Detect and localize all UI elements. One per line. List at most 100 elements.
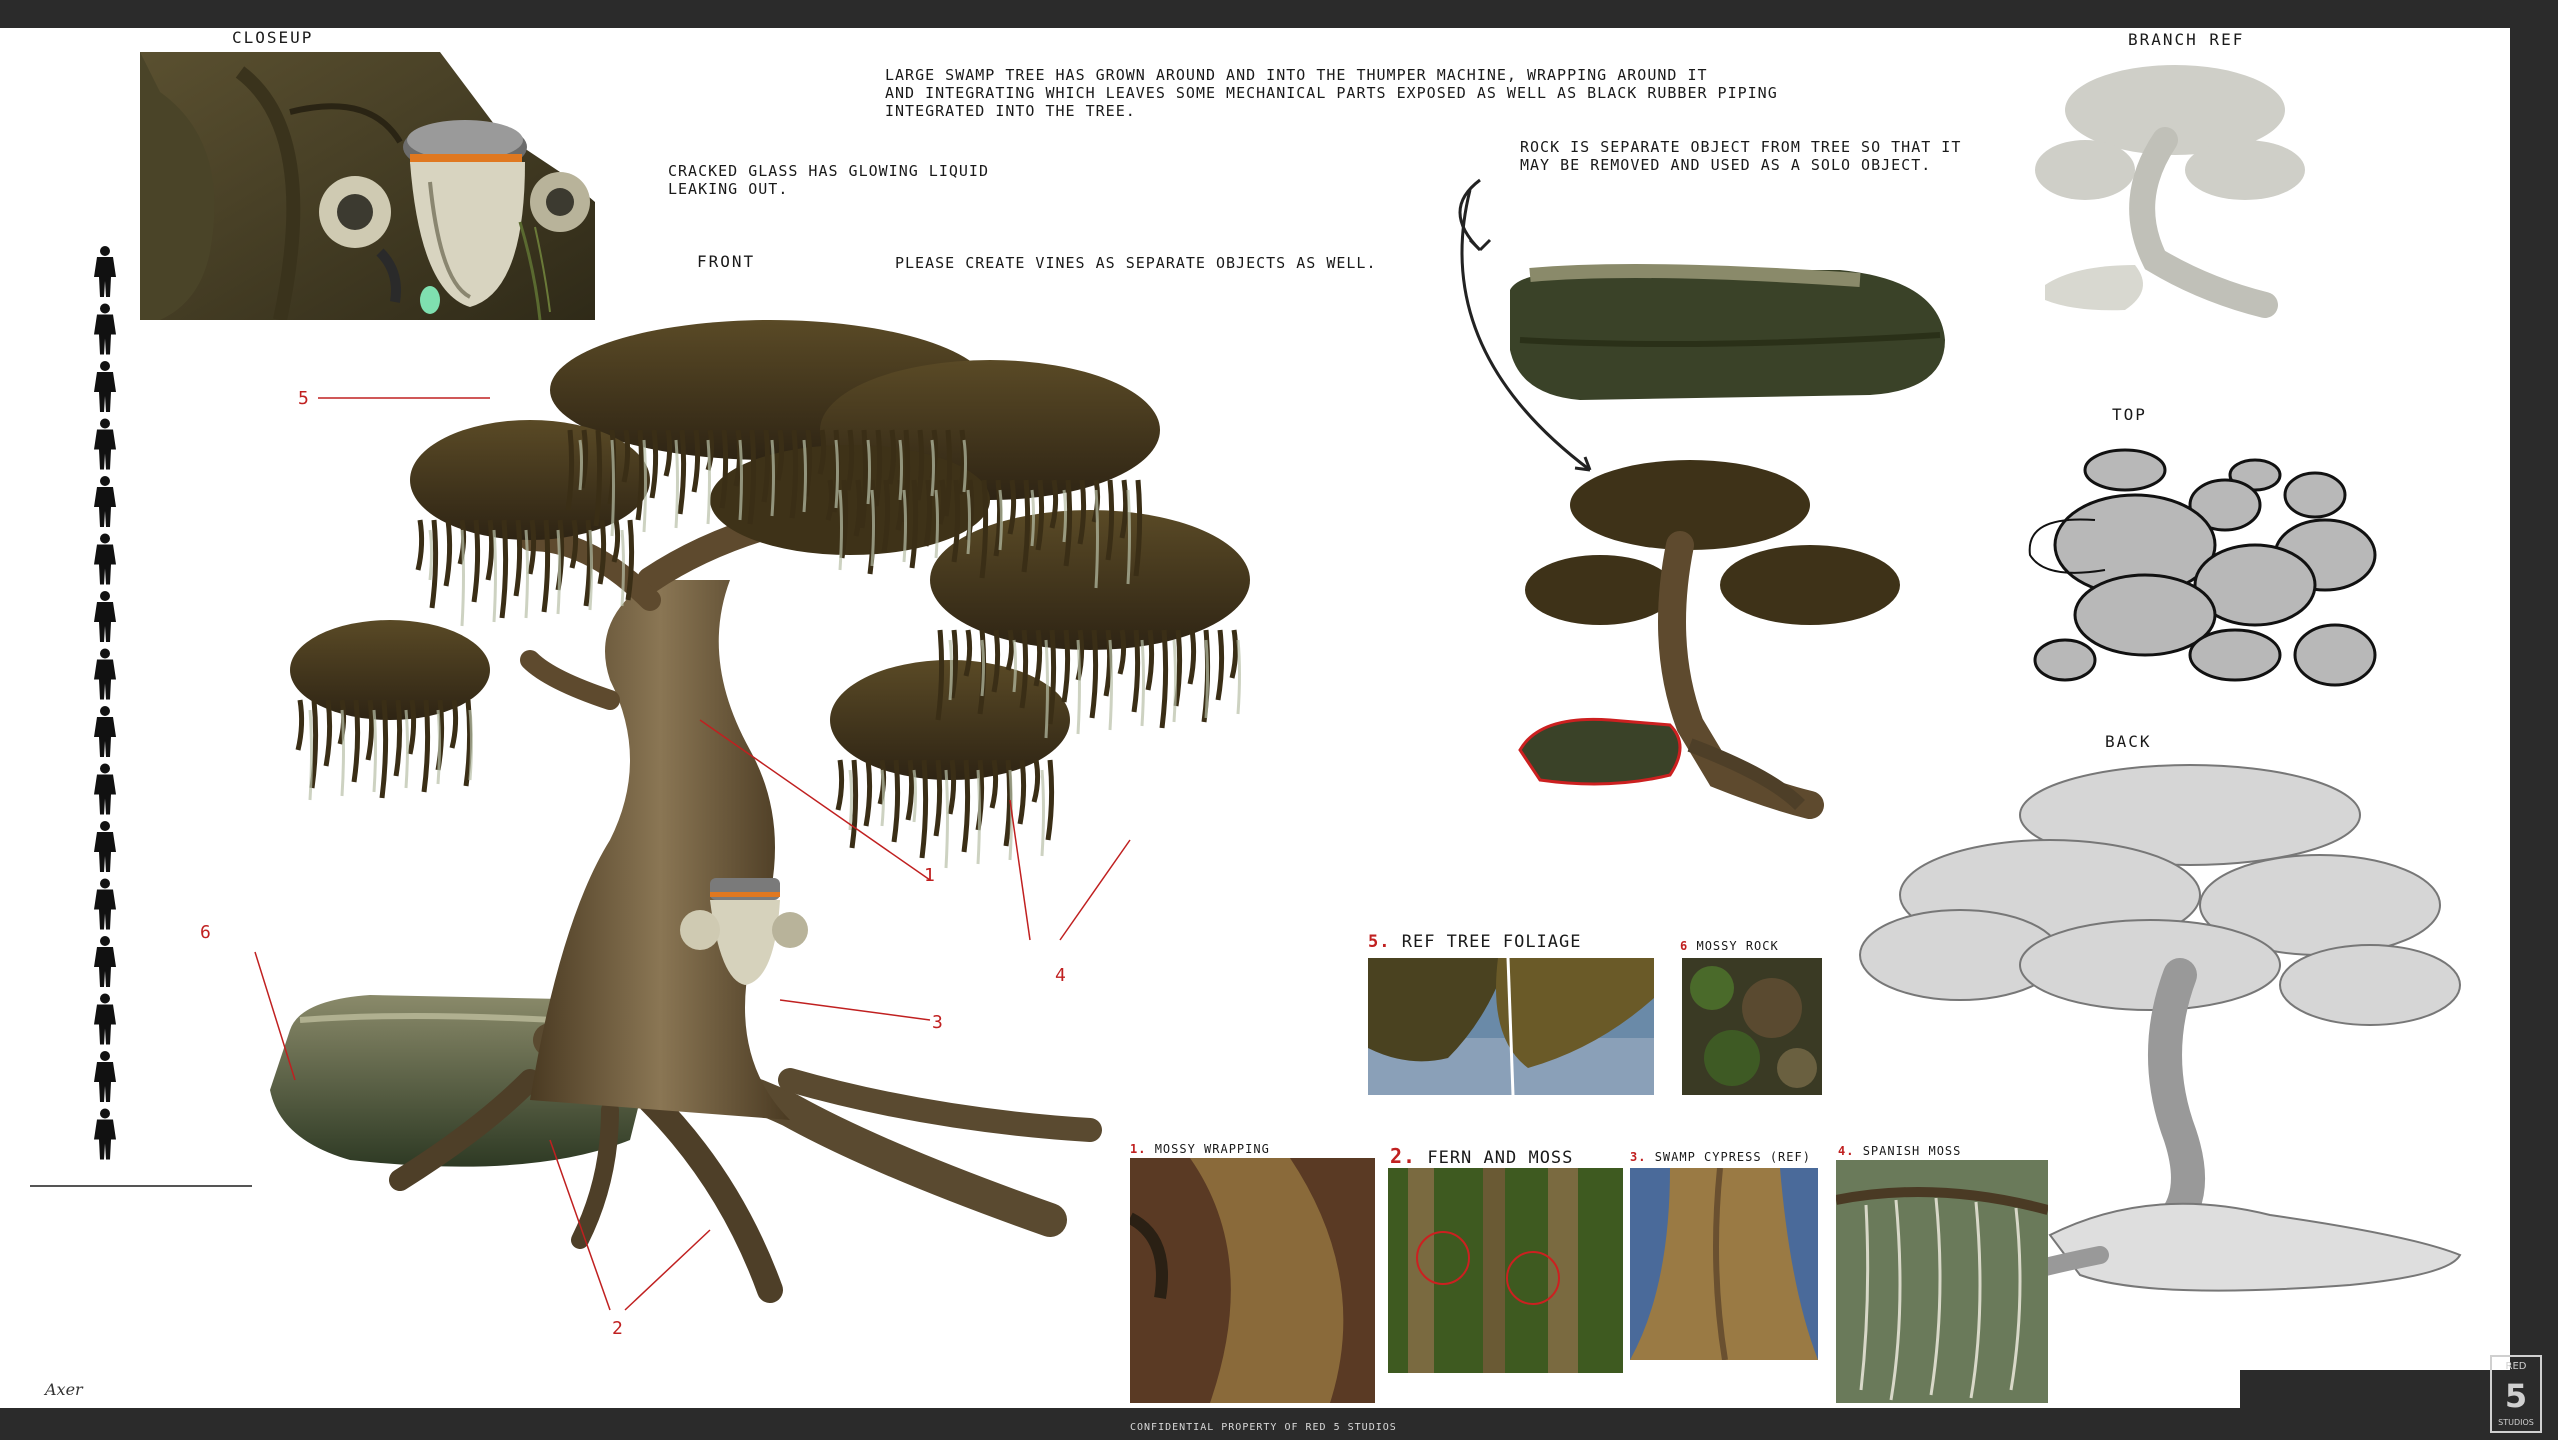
spanish-moss-strand (556, 529, 561, 615)
ref-5-caption: 5. REF TREE FOLIAGE (1368, 932, 1582, 952)
scale-figure-icon (94, 1051, 116, 1102)
spanish-moss-strand (802, 439, 807, 513)
mossy-rock-photo (1682, 958, 1822, 1095)
foliage-drip (485, 519, 495, 581)
foliage-drip (1033, 629, 1043, 687)
foliage-drip (891, 759, 901, 843)
foliage-drip (1007, 479, 1017, 535)
foliage-drip (1045, 759, 1055, 841)
scale-figure-icon (94, 648, 116, 700)
spanish-moss-strand (770, 439, 775, 517)
ground-line (30, 1185, 252, 1187)
spanish-moss-strand (308, 709, 313, 801)
foliage-drip (961, 759, 971, 853)
scale-figure-icon (94, 878, 116, 930)
callout-1: 1 (924, 865, 935, 886)
scale-figure-icon (94, 706, 116, 757)
spanish-moss-strand (912, 769, 917, 823)
spanish-moss-strand (1030, 489, 1035, 547)
spanish-moss-strand (976, 769, 981, 865)
spanish-moss-strand (870, 489, 875, 567)
fern-and-moss-photo (1388, 1168, 1623, 1373)
foliage-drip (421, 699, 431, 793)
spanish-moss-strand (428, 529, 433, 581)
mossy-wrapping-photo (1130, 1158, 1375, 1403)
ref-3-caption: 3. SWAMP CYPRESS (REF) (1630, 1150, 1811, 1164)
spanish-moss-strand (848, 769, 853, 831)
foliage-drip (1061, 629, 1071, 703)
foliage-drip (611, 519, 621, 563)
foliage-drip (677, 429, 687, 515)
artist-signature: Axer (45, 1380, 83, 1399)
foliage-drip (541, 519, 551, 613)
foliage-drip (393, 699, 403, 777)
spanish-moss-strand (372, 709, 377, 793)
rock-note-line1: ROCK IS SEPARATE OBJECT FROM TREE SO THA… (1520, 138, 1962, 156)
spanish-moss-strand (642, 439, 647, 533)
main-note-line2: AND INTEGRATING WHICH LEAVES SOME MECHAN… (885, 84, 1778, 102)
foliage-drip (1145, 629, 1155, 691)
foliage-drip (863, 759, 873, 827)
red5-studios-logo: RED 5 STUDIOS (2490, 1355, 2542, 1433)
spanish-moss-strand (898, 439, 903, 501)
spanish-moss-strand (468, 709, 473, 781)
spanish-moss-strand (1126, 489, 1131, 585)
spanish-moss-strand (1172, 639, 1177, 723)
swamp-cypress-photo (1630, 1168, 1818, 1360)
ref-tree-foliage-photo (1368, 958, 1654, 1095)
foliage-drip (471, 519, 481, 603)
spanish-moss-photo (1836, 1160, 2048, 1403)
foliage-drip (323, 699, 333, 767)
foliage-drip (443, 519, 453, 587)
main-note-line1: LARGE SWAMP TREE HAS GROWN AROUND AND IN… (885, 66, 1708, 84)
spanish-moss-strand (1108, 639, 1113, 731)
main-note-line3: INTEGRATED INTO THE TREE. (885, 102, 1136, 120)
foliage-drip (513, 519, 523, 597)
foliage-drip (1215, 629, 1225, 701)
spanish-moss-strand (610, 439, 615, 537)
scale-figure-icon (94, 361, 116, 412)
spanish-moss-strand (1140, 639, 1145, 727)
foliage-drip (1159, 629, 1169, 729)
foliage-drip (691, 429, 701, 493)
foliage-drip (1017, 759, 1027, 825)
callout-5: 5 (298, 388, 309, 409)
scale-figure-icon (94, 418, 116, 470)
spanish-moss-strand (404, 709, 409, 789)
spanish-moss-strand (436, 709, 441, 785)
back-label: BACK (2105, 732, 2152, 751)
callout-6: 6 (200, 922, 211, 943)
spanish-moss-strand (934, 489, 939, 559)
spanish-moss-strand (1044, 639, 1049, 739)
top-label: TOP (2112, 405, 2147, 424)
spanish-moss-strand (944, 769, 949, 869)
scale-figures (80, 245, 130, 1165)
spanish-moss-strand (980, 639, 985, 697)
foliage-drip (1119, 479, 1129, 539)
spanish-moss-strand (1062, 489, 1067, 543)
foliage-drip (1031, 759, 1041, 803)
foliage-drip (449, 699, 459, 749)
foliage-drip (991, 629, 1001, 693)
spanish-moss-strand (1236, 639, 1241, 715)
logo-number: 5 (2505, 1377, 2527, 1415)
foliage-drip (835, 759, 845, 811)
glass-note-line1: CRACKED GLASS HAS GLOWING LIQUID (668, 162, 989, 180)
foliage-drip (989, 759, 999, 809)
concept-sheet: CLOSEUP CRACKED GLASS HAS GLOWING LIQUID… (0, 0, 2558, 1440)
foliage-drip (649, 429, 659, 499)
spanish-moss-strand (834, 439, 839, 509)
foliage-drip (365, 699, 375, 761)
callout-4: 4 (1055, 965, 1066, 986)
spanish-moss-strand (524, 529, 529, 619)
spanish-moss-strand (880, 769, 885, 827)
foliage-drip (1089, 629, 1099, 719)
scale-figure-icon (94, 763, 116, 815)
spanish-moss-strand (838, 489, 843, 571)
spanish-moss-strand (588, 529, 593, 611)
spanish-moss-strand (460, 529, 465, 627)
scale-figure-icon (94, 303, 116, 355)
foliage-drip (1103, 629, 1113, 697)
foliage-drip (499, 519, 509, 619)
foliage-drip (351, 699, 361, 783)
